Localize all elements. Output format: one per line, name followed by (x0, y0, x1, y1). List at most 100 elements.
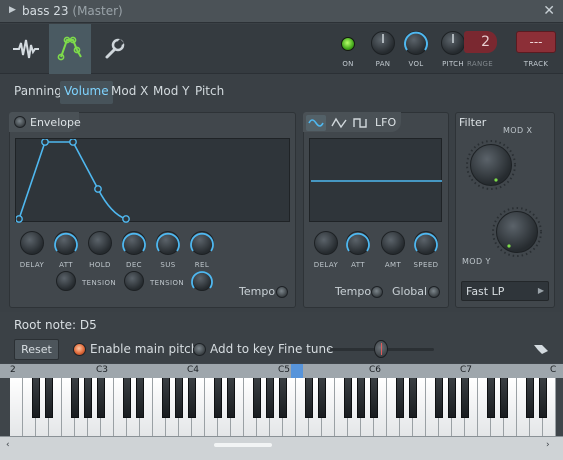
pitch-knob[interactable] (441, 31, 465, 55)
black-key[interactable] (279, 378, 287, 418)
lfo-global-radio[interactable] (428, 286, 440, 298)
env-rel-label: REL (194, 261, 210, 269)
reset-button[interactable]: Reset (14, 339, 59, 360)
env-hold-knob[interactable] (88, 231, 112, 255)
black-key[interactable] (396, 378, 404, 418)
envelope-icon[interactable] (49, 24, 91, 74)
black-key[interactable] (526, 378, 534, 418)
filter-type-select[interactable]: Fast LP ▶ (461, 281, 549, 301)
env-sus-knob[interactable] (156, 231, 180, 255)
black-key[interactable] (97, 378, 105, 418)
mod-y-label: MOD Y (462, 257, 491, 266)
black-key[interactable] (71, 378, 79, 418)
tab-mod-y[interactable]: Mod Y (149, 81, 193, 104)
white-key[interactable] (10, 378, 23, 436)
pan-knob[interactable] (371, 31, 395, 55)
black-key[interactable] (461, 378, 469, 418)
black-key[interactable] (344, 378, 352, 418)
black-key[interactable] (266, 378, 274, 418)
lfo-speed-label: SPEED (413, 261, 439, 269)
black-key[interactable] (370, 378, 378, 418)
black-key[interactable] (188, 378, 196, 418)
lfo-tempo-radio[interactable] (371, 286, 383, 298)
octave-label-4: C6 (369, 365, 382, 375)
tension-label-2: TENSION (150, 279, 184, 287)
black-key[interactable] (487, 378, 495, 418)
black-key[interactable] (318, 378, 326, 418)
black-key[interactable] (305, 378, 313, 418)
range-label: RANGE (467, 60, 493, 68)
scroll-right-icon[interactable]: › (546, 440, 550, 450)
tension-knob-2[interactable] (124, 271, 144, 291)
drop-icon[interactable] (532, 341, 550, 360)
track-label: TRACK (523, 60, 549, 68)
black-key[interactable] (32, 378, 40, 418)
octave-label-1: C3 (96, 365, 109, 375)
chevron-right-icon: ▶ (537, 286, 544, 295)
fine-tune-slider[interactable] (374, 340, 388, 358)
window-title-name: bass 23 (22, 4, 69, 18)
collapse-arrow-icon[interactable]: ▶ (9, 5, 16, 15)
add-to-key-radio[interactable] (193, 343, 206, 356)
keyboard-scrollbar[interactable] (0, 436, 563, 460)
lfo-tempo-label: Tempo (335, 285, 372, 298)
black-key[interactable] (253, 378, 261, 418)
black-key[interactable] (448, 378, 456, 418)
track-selector[interactable]: --- (516, 31, 556, 53)
add-to-key-label: Add to key (210, 342, 274, 356)
black-key[interactable] (435, 378, 443, 418)
black-key[interactable] (539, 378, 547, 418)
lfo-global-label: Global (392, 285, 428, 298)
scroll-left-icon[interactable]: ‹ (6, 440, 10, 450)
lfo-graph[interactable] (309, 138, 442, 222)
black-key[interactable] (123, 378, 131, 418)
filter-type-value: Fast LP (466, 285, 505, 298)
mod-x-knob[interactable] (466, 140, 516, 190)
piano-keyboard[interactable] (10, 378, 556, 436)
octave-label-5: C7 (460, 365, 473, 375)
lfo-speed-knob[interactable] (414, 231, 438, 255)
tab-volume[interactable]: Volume (60, 81, 113, 104)
envelope-tempo-radio[interactable] (276, 286, 288, 298)
sine-icon[interactable] (306, 115, 326, 131)
env-rel-knob[interactable] (190, 231, 214, 255)
black-key[interactable] (84, 378, 92, 418)
enable-main-pitch-radio[interactable] (73, 343, 86, 356)
black-key[interactable] (214, 378, 222, 418)
waveform-icon[interactable] (5, 24, 47, 74)
black-key[interactable] (162, 378, 170, 418)
env-att-knob[interactable] (54, 231, 78, 255)
on-toggle[interactable] (341, 37, 355, 51)
square-icon[interactable] (352, 115, 370, 131)
tension-knob-1[interactable] (56, 271, 76, 291)
wrench-icon[interactable] (93, 24, 135, 74)
envelope-graph[interactable] (15, 138, 290, 223)
envelope-enable-radio[interactable] (14, 116, 26, 128)
tab-panning[interactable]: Panning (10, 81, 66, 104)
lfo-amt-knob[interactable] (381, 231, 405, 255)
lfo-att-knob[interactable] (346, 231, 370, 255)
mod-x-label: MOD X (503, 126, 533, 135)
env-delay-knob[interactable] (20, 231, 44, 255)
mod-y-knob[interactable] (492, 207, 542, 257)
envelope-tempo-label: Tempo (239, 285, 276, 298)
octave-label-2: C4 (187, 365, 200, 375)
scroll-thumb[interactable] (214, 443, 272, 447)
black-key[interactable] (136, 378, 144, 418)
black-key[interactable] (45, 378, 53, 418)
root-note-label: Root note: D5 (14, 318, 97, 332)
lfo-delay-knob[interactable] (314, 231, 338, 255)
black-key[interactable] (175, 378, 183, 418)
vol-knob[interactable] (404, 31, 428, 55)
black-key[interactable] (357, 378, 365, 418)
black-key[interactable] (409, 378, 417, 418)
range-value[interactable]: 2 (464, 31, 497, 53)
tab-mod-x[interactable]: Mod X (107, 81, 152, 104)
black-key[interactable] (227, 378, 235, 418)
tension-knob-3[interactable] (191, 271, 213, 291)
env-dec-knob[interactable] (122, 231, 146, 255)
triangle-icon[interactable] (330, 115, 348, 131)
tab-pitch[interactable]: Pitch (191, 81, 228, 104)
close-icon[interactable]: ✕ (543, 3, 555, 19)
black-key[interactable] (500, 378, 508, 418)
